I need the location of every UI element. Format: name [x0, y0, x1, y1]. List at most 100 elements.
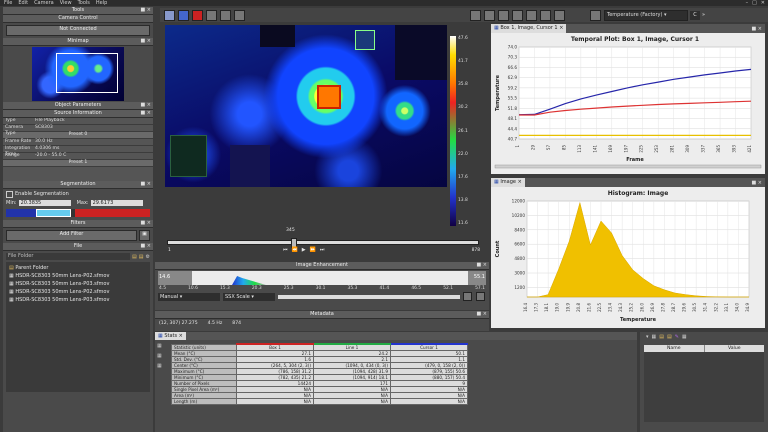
source-row-preset-1: Preset 1 — [3, 160, 153, 167]
tab-stats[interactable]: ▦ Stats × — [155, 332, 186, 340]
options-icon[interactable]: ▦ — [157, 363, 169, 369]
tab-histogram[interactable]: ▦ Image × — [491, 178, 525, 187]
pin-icon[interactable]: ■ × — [140, 7, 151, 14]
y-tick-label: 12000 — [512, 199, 526, 204]
image-view-icon[interactable] — [164, 9, 175, 21]
settings-icon[interactable]: ⚙ — [146, 254, 150, 260]
enable-segmentation-checkbox[interactable] — [6, 190, 13, 198]
minimap-view[interactable] — [32, 47, 124, 101]
add-filter-button[interactable]: Add Filter — [6, 230, 137, 241]
y-tick-label: 3000 — [514, 271, 525, 276]
pin-icon[interactable]: ■ × — [140, 220, 151, 227]
edit-icon[interactable]: ✎ — [675, 334, 679, 340]
list-item[interactable]: ▦ HSDR-SC8303 50mm Lens-P02.sfmov — [6, 272, 150, 280]
x-axis-label: Temperature — [620, 317, 657, 323]
roi-polygon-icon[interactable] — [526, 9, 537, 21]
list-item[interactable]: ▦ HSDR-SC8303 50mm Lens-P03.sfmov — [6, 296, 150, 304]
x-tick-label: 30.5 — [692, 303, 697, 312]
save-icon[interactable]: ▤ — [667, 334, 672, 340]
folder-icon[interactable]: ▤ — [132, 254, 137, 260]
source-row-type: Type File Playback — [3, 118, 153, 125]
pin-icon[interactable]: ■ × — [140, 243, 151, 250]
filter-options-icon[interactable]: ▣ — [139, 230, 150, 241]
file-path-field[interactable]: File Folder — [6, 253, 131, 260]
reset-icon[interactable] — [476, 292, 485, 301]
dropdown-icon[interactable]: ▾ — [646, 334, 649, 340]
timeline-slider[interactable] — [167, 238, 479, 248]
more-icon[interactable]: » — [702, 12, 705, 18]
thermal-image-view[interactable] — [165, 25, 447, 187]
step-forward-icon[interactable]: ⏩ — [310, 247, 316, 253]
enhancement-ticks: 4.5 10.6 15.3 20.3 25.3 30.1 35.3 41.4 4… — [159, 286, 485, 291]
maximize-icon[interactable]: □ — [752, 0, 757, 6]
menu-camera[interactable]: Camera — [34, 0, 54, 6]
menu-help[interactable]: Help — [96, 0, 107, 6]
list-item[interactable]: ▦ HSDR-SC8303 50mm Lens-P03.sfmov — [6, 280, 150, 288]
connect-button[interactable]: Not Connected — [6, 25, 150, 36]
minimize-icon[interactable]: – — [746, 0, 749, 6]
enhancement-histogram[interactable]: 14.6 55.1 — [158, 271, 486, 285]
metadata-panel: Metadata ■ × (12, 307) 27.275 4.5 Hz 874 — [155, 311, 489, 331]
enhancement-slider[interactable] — [278, 294, 460, 299]
copy-icon[interactable]: ▦ — [157, 343, 169, 349]
menu-view[interactable]: View — [60, 0, 72, 6]
step-back-icon[interactable]: ⏪ — [292, 247, 298, 253]
temporal-plot-chart[interactable]: Temporal Plot: Box 1, Image, Cursor 1 74.… — [491, 33, 765, 174]
delete-icon[interactable]: ▦ — [682, 334, 687, 340]
play-icon[interactable] — [178, 9, 189, 21]
menu-file[interactable]: File — [4, 0, 12, 6]
pin-icon[interactable]: ■ × — [751, 26, 765, 32]
min-field[interactable]: 20.3835 — [18, 199, 71, 206]
list-item[interactable]: ▦ HSDR-SC8303 50mm Lens-P02.sfmov — [6, 288, 150, 296]
pin-icon[interactable]: ■ × — [476, 311, 487, 318]
roi-line-icon[interactable] — [484, 9, 495, 21]
color-scale-bar[interactable] — [450, 36, 456, 226]
chart-title: Histogram: Image — [608, 190, 669, 197]
pin-icon[interactable]: ■ × — [140, 38, 151, 45]
pin-icon[interactable]: ■ × — [476, 262, 487, 269]
segmentation-color-bar[interactable] — [6, 209, 150, 217]
folder-open-icon[interactable]: ▤ — [139, 254, 144, 260]
unit-dropdown[interactable]: C — [690, 10, 700, 20]
menu-tools[interactable]: Tools — [78, 0, 90, 6]
list-item-parent-folder[interactable]: ▤ Parent Folder — [6, 264, 150, 272]
export-icon[interactable] — [540, 9, 551, 21]
pin-icon[interactable]: ■ × — [140, 110, 151, 117]
skip-end-icon[interactable]: ⏭ — [320, 247, 325, 253]
auto-scale-icon[interactable] — [463, 292, 472, 301]
roi-point-icon[interactable] — [498, 9, 509, 21]
segmentation-header: Segmentation ■ × — [3, 181, 153, 189]
pin-icon[interactable]: ■ × — [140, 181, 151, 188]
play-icon[interactable]: ▶ — [302, 247, 306, 253]
chart-icon: ▦ — [494, 25, 499, 31]
enhancement-mode-dropdown[interactable]: Manual ▾ — [158, 292, 220, 301]
export-icon[interactable]: ▦ — [157, 353, 169, 359]
folder-icon: ▤ — [9, 265, 14, 271]
source-row-camera-type: Camera Type SC8303 — [3, 125, 153, 136]
cursor-icon[interactable] — [220, 9, 231, 21]
settings-icon[interactable] — [590, 9, 601, 21]
calibration-dropdown[interactable]: Temperature (Factory) ▾ — [604, 9, 688, 21]
menu-edit[interactable]: Edit — [18, 0, 28, 6]
zoom-icon[interactable] — [234, 9, 245, 21]
enhancement-scale-dropdown[interactable]: SSX Scale ▾ — [223, 292, 275, 301]
cursor-readout: (12, 307) 27.275 — [159, 321, 198, 326]
tab-temporal-plot[interactable]: ▦ Box 1, Image, Cursor 1 × — [491, 24, 567, 33]
roi-box-icon[interactable] — [470, 9, 481, 21]
camera-icon[interactable] — [554, 9, 565, 21]
histogram-chart[interactable]: Histogram: Image 12000 10200 8400 6600 4800 30… — [491, 187, 765, 328]
colorbar-tick: 30.2 — [458, 105, 468, 111]
folder-icon[interactable]: ▤ — [659, 334, 664, 340]
pin-icon[interactable]: ■ × — [751, 180, 765, 186]
x-tick-label: 253 — [654, 145, 659, 153]
close-icon[interactable]: ✕ — [761, 0, 765, 6]
source-row-preset: Preset 0 — [3, 132, 153, 139]
roi-ellipse-icon[interactable] — [512, 9, 523, 21]
colorbar-tick: 47.6 — [458, 36, 468, 41]
pin-icon[interactable]: ■ × — [140, 102, 151, 109]
max-field[interactable]: 29.6173 — [90, 199, 143, 206]
skip-start-icon[interactable]: ⏮ — [283, 247, 288, 253]
record-icon[interactable] — [192, 9, 203, 21]
grid-icon[interactable]: ▦ — [652, 334, 657, 340]
palette-icon[interactable] — [206, 9, 217, 21]
